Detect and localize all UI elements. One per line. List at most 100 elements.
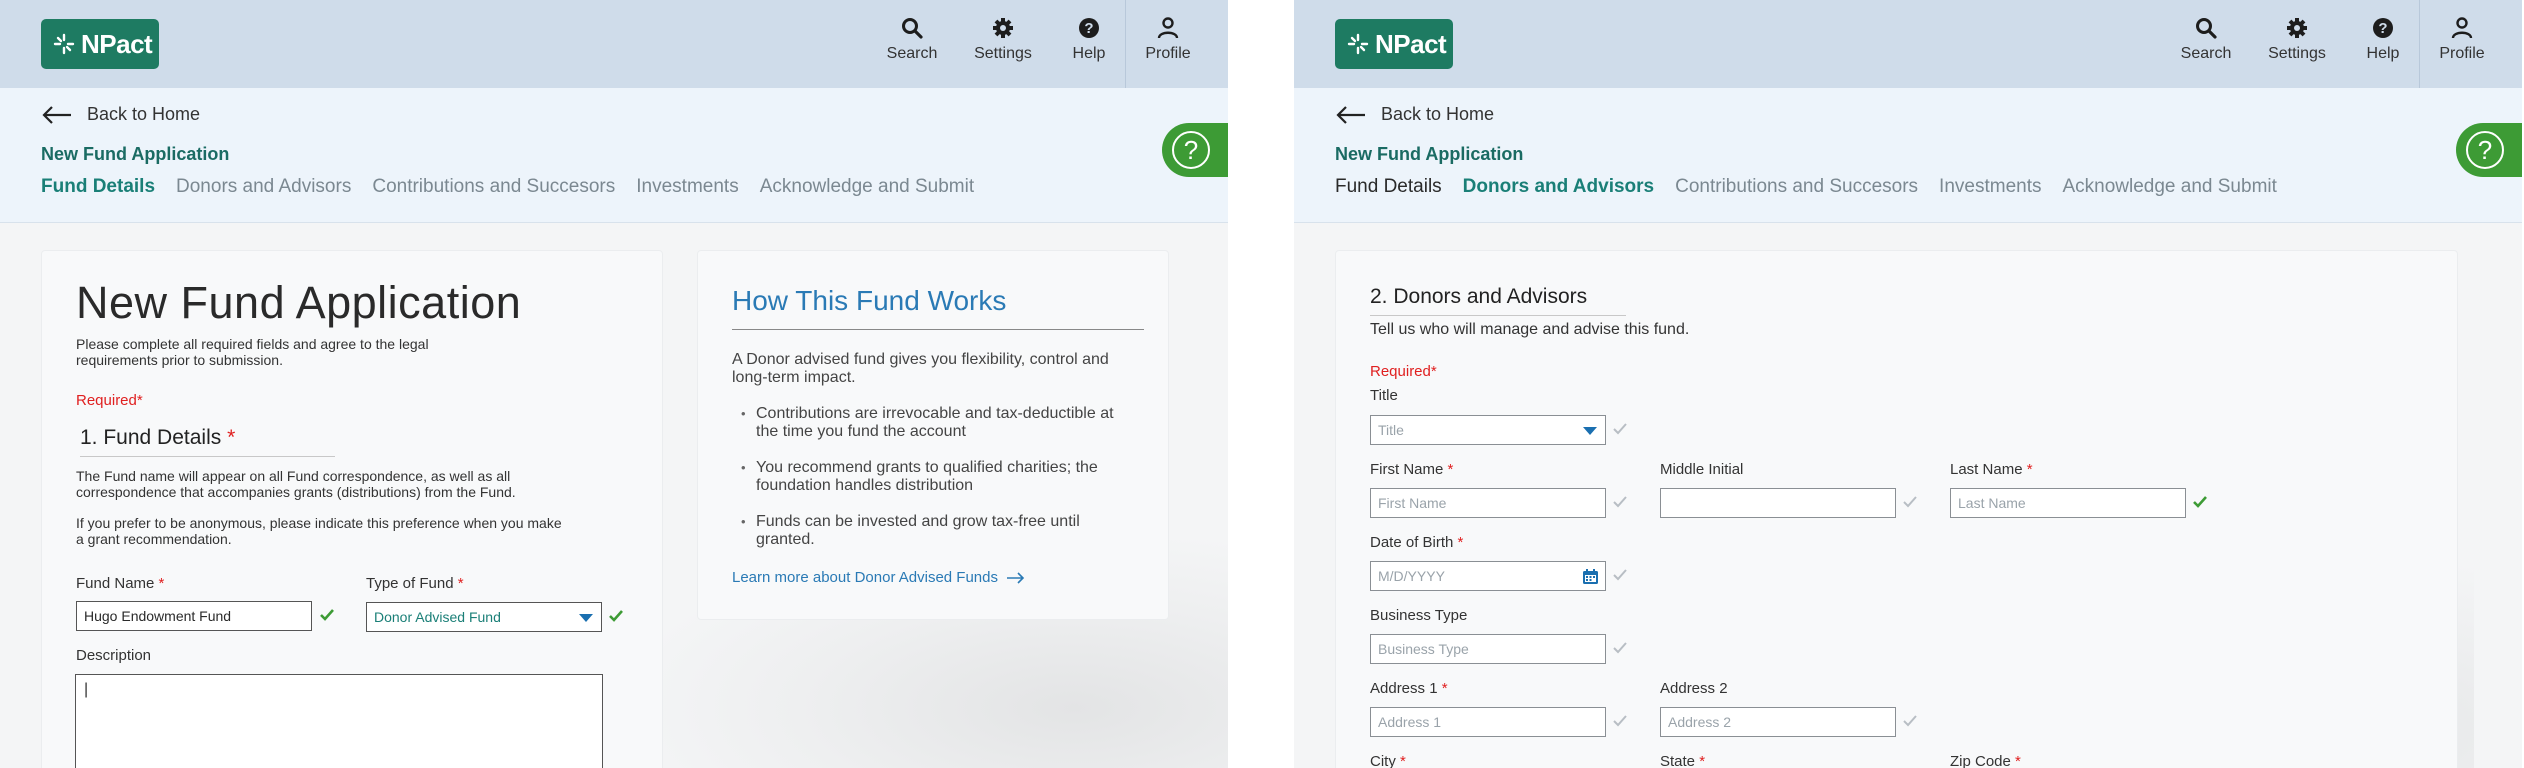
list-item: Funds can be invested and grow tax-free …: [732, 513, 1132, 549]
address-1-input[interactable]: Address 1: [1370, 707, 1606, 737]
search-label: Search: [886, 45, 938, 62]
question-circle-icon: ?: [2373, 18, 2393, 38]
required-star: *: [457, 575, 464, 592]
title-label: Title: [1370, 387, 1398, 404]
last-name-label-text: Last Name: [1950, 461, 2023, 478]
caret-down-icon: [1583, 427, 1597, 435]
date-of-birth-input[interactable]: M/D/YYYY: [1370, 561, 1606, 591]
state-label: State *: [1660, 753, 1705, 768]
tab-acknowledge-and-submit[interactable]: Acknowledge and Submit: [760, 176, 974, 198]
address-2-input[interactable]: Address 2: [1660, 707, 1896, 737]
address-2-label: Address 2: [1660, 680, 1728, 697]
application-title: New Fund Application: [41, 144, 230, 164]
settings-label: Settings: [974, 45, 1032, 62]
list-item: You recommend grants to qualified charit…: [732, 459, 1132, 495]
required-star: *: [1441, 680, 1448, 697]
first-name-label-text: First Name: [1370, 461, 1444, 478]
intro-text: Please complete all required fields and …: [76, 336, 429, 368]
last-name-label: Last Name *: [1950, 461, 2033, 478]
middle-initial-input[interactable]: [1660, 488, 1896, 518]
section-title: 1. Fund Details *: [80, 426, 335, 457]
title-select[interactable]: Title: [1370, 415, 1606, 445]
valid-check-icon: [320, 609, 334, 621]
business-type-input[interactable]: Business Type: [1370, 634, 1606, 664]
required-star: *: [1447, 461, 1454, 478]
npact-logo[interactable]: NPact: [1335, 19, 1453, 69]
tab-acknowledge-and-submit[interactable]: Acknowledge and Submit: [2062, 176, 2276, 198]
state-label-text: State: [1660, 753, 1696, 768]
tab-contributions-and-successors[interactable]: Contributions and Succesors: [372, 176, 615, 198]
tab-contributions-and-successors[interactable]: Contributions and Succesors: [1675, 176, 1918, 198]
search-button[interactable]: Search: [884, 16, 940, 72]
profile-button[interactable]: Profile: [1140, 16, 1196, 72]
search-button[interactable]: Search: [2178, 16, 2234, 72]
type-of-fund-select[interactable]: Donor Advised Fund: [366, 602, 602, 632]
profile-label: Profile: [1145, 45, 1191, 62]
help-button[interactable]: ? Help: [2362, 16, 2404, 72]
tab-fund-details[interactable]: Fund Details: [41, 176, 155, 198]
sub-header: Back to Home New Fund Application Fund D…: [0, 88, 1228, 223]
help-button[interactable]: ? Help: [1068, 16, 1110, 72]
user-icon: [1157, 17, 1179, 39]
back-to-home-link[interactable]: Back to Home: [1335, 104, 1494, 125]
settings-button[interactable]: Settings: [970, 16, 1036, 72]
section-title: 2. Donors and Advisors: [1370, 285, 1626, 316]
required-star: *: [227, 426, 236, 449]
profile-label: Profile: [2439, 45, 2485, 62]
fund-details-card: New Fund Application Please complete all…: [41, 250, 663, 768]
arrow-left-icon: [42, 105, 71, 124]
check-icon: [1613, 423, 1627, 435]
back-label: Back to Home: [1381, 104, 1495, 124]
npact-logo[interactable]: NPact: [41, 19, 159, 69]
check-icon: [1613, 642, 1627, 654]
fund-name-input[interactable]: Hugo Endowment Fund: [76, 601, 312, 631]
svg-text:?: ?: [1084, 20, 1093, 37]
back-to-home-link[interactable]: Back to Home: [41, 104, 200, 125]
fund-name-info: The Fund name will appear on all Fund co…: [76, 468, 516, 500]
leaf-icon: [1347, 33, 1369, 55]
learn-more-link[interactable]: Learn more about Donor Advised Funds: [732, 569, 1026, 586]
tab-donors-and-advisors[interactable]: Donors and Advisors: [176, 176, 351, 198]
right-screen: NPact Search Settings ? Help Profile Bac…: [1294, 0, 2522, 768]
top-navbar: NPact Search Settings ? Help Profile: [0, 0, 1228, 88]
settings-button[interactable]: Settings: [2264, 16, 2330, 72]
tab-investments[interactable]: Investments: [1939, 176, 2041, 198]
check-icon: [1903, 715, 1917, 727]
fund-name-label: Fund Name *: [76, 575, 164, 592]
description-textarea[interactable]: |: [75, 674, 603, 768]
top-navbar: NPact Search Settings ? Help Profile: [1294, 0, 2522, 88]
business-type-label: Business Type: [1370, 607, 1468, 624]
leaf-icon: [53, 33, 75, 55]
arrow-right-icon: [1007, 571, 1025, 584]
last-name-input[interactable]: Last Name: [1950, 488, 2186, 518]
help-fab-button[interactable]: ?: [1162, 123, 1228, 177]
info-intro: A Donor advised fund gives you flexibili…: [732, 351, 1109, 386]
help-label: Help: [2366, 45, 2400, 62]
valid-check-icon: [2193, 496, 2207, 508]
date-of-birth-label-text: Date of Birth: [1370, 534, 1454, 551]
search-icon: [902, 18, 923, 39]
required-star: *: [1457, 534, 1464, 551]
calendar-icon[interactable]: [1582, 568, 1599, 585]
tab-investments[interactable]: Investments: [636, 176, 738, 198]
nav-divider: [1125, 0, 1126, 88]
anonymous-info: If you prefer to be anonymous, please in…: [76, 515, 562, 547]
city-label-text: City: [1370, 753, 1396, 768]
required-note: Required*: [1370, 363, 1437, 380]
title-placeholder: Title: [1378, 422, 1404, 438]
panel-gutter: [1228, 0, 1294, 768]
help-label: Help: [1072, 45, 1106, 62]
tab-fund-details[interactable]: Fund Details: [1335, 176, 1442, 198]
valid-check-icon: [609, 610, 623, 622]
application-title: New Fund Application: [1335, 144, 1524, 164]
back-label: Back to Home: [87, 104, 201, 124]
gear-icon: [993, 18, 1013, 38]
tab-donors-and-advisors[interactable]: Donors and Advisors: [1463, 176, 1654, 198]
first-name-label: First Name *: [1370, 461, 1453, 478]
first-name-input[interactable]: First Name: [1370, 488, 1606, 518]
help-fab-button[interactable]: ?: [2456, 123, 2522, 177]
profile-button[interactable]: Profile: [2434, 16, 2490, 72]
type-of-fund-value: Donor Advised Fund: [374, 609, 501, 625]
svg-text:?: ?: [2378, 20, 2387, 37]
info-title: How This Fund Works: [732, 285, 1144, 330]
